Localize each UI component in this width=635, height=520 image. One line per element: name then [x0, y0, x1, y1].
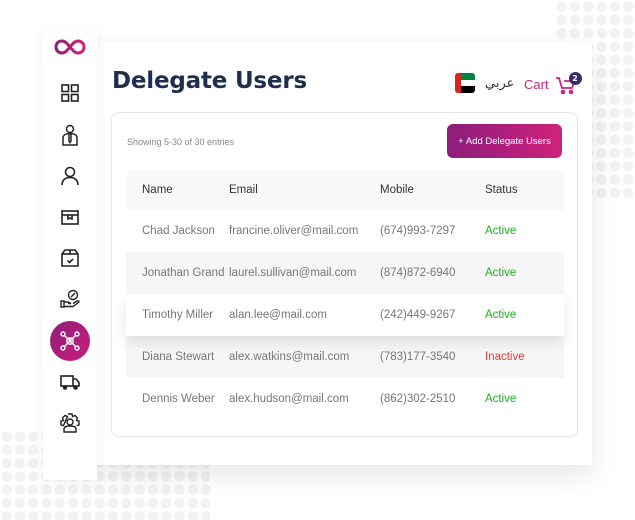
status-badge: Active	[485, 393, 517, 405]
entries-count: Showing 5-30 of 30 entries	[127, 137, 235, 147]
cell-name: Diana Stewart	[142, 351, 215, 363]
cell-email: alex.hudson@mail.com	[229, 393, 349, 405]
person-icon	[61, 166, 79, 186]
table-row[interactable]: Dennis Weber alex.hudson@mail.com (862)3…	[126, 378, 564, 420]
truck-icon	[60, 375, 80, 390]
page-title: Delegate Users	[112, 68, 307, 94]
status-badge: Active	[485, 225, 517, 237]
header-mobile[interactable]: Mobile	[380, 184, 485, 196]
cart-count-badge: 2	[568, 72, 582, 85]
users-table: Name Email Mobile Status Chad Jackson fr…	[126, 170, 564, 420]
box-icon	[61, 210, 79, 225]
table-row[interactable]: Chad Jackson francine.oliver@mail.com (6…	[126, 210, 564, 252]
sidebar-item-orders[interactable]	[50, 238, 90, 278]
hand-discount-icon	[60, 289, 80, 308]
sidebar-item-products[interactable]	[50, 197, 90, 237]
network-user-icon	[60, 331, 80, 351]
cell-email: alan.lee@mail.com	[229, 309, 327, 321]
table-row[interactable]: Diana Stewart alex.watkins@mail.com (783…	[126, 336, 564, 378]
cell-mobile: (874)872-6940	[380, 267, 456, 279]
box-check-icon	[61, 249, 79, 267]
sidebar-item-dashboard[interactable]	[50, 73, 90, 113]
cell-mobile: (242)449-9267	[380, 309, 456, 321]
table-row[interactable]: Jonathan Grand laurel.sullivan@mail.com …	[126, 252, 564, 294]
status-badge: Inactive	[485, 351, 525, 363]
sidebar	[43, 28, 97, 480]
header-name[interactable]: Name	[126, 184, 229, 196]
person-tie-icon	[62, 124, 78, 146]
table-header: Name Email Mobile Status	[126, 170, 564, 210]
cell-name: Chad Jackson	[142, 225, 215, 237]
add-delegate-users-button[interactable]: + Add Delegate Users	[447, 124, 562, 158]
status-badge: Active	[485, 309, 517, 321]
language-switch[interactable]: عربي	[455, 73, 514, 93]
table-row[interactable]: Timothy Miller alan.lee@mail.com (242)44…	[126, 294, 564, 336]
header-email[interactable]: Email	[229, 184, 380, 196]
sidebar-item-delegate-users[interactable]	[50, 321, 90, 361]
cell-mobile: (862)302-2510	[380, 393, 456, 405]
language-label: عربي	[485, 75, 515, 91]
status-badge: Active	[485, 267, 517, 279]
cell-mobile: (783)177-3540	[380, 351, 456, 363]
sidebar-item-delivery[interactable]	[50, 362, 90, 402]
sidebar-item-users[interactable]	[50, 156, 90, 196]
sidebar-item-employees[interactable]	[50, 115, 90, 155]
cell-mobile: (674)993-7297	[380, 225, 456, 237]
grid-icon	[61, 84, 79, 102]
uae-flag-icon	[455, 73, 475, 93]
cell-name: Jonathan Grand	[142, 267, 225, 279]
cell-email: francine.oliver@mail.com	[229, 225, 359, 237]
cell-email: laurel.sullivan@mail.com	[229, 267, 357, 279]
cart-button[interactable]: Cart 2	[524, 72, 582, 95]
infinity-logo-icon[interactable]	[53, 37, 87, 57]
delegate-users-card: Showing 5-30 of 30 entries + Add Delegat…	[111, 112, 578, 437]
header-status[interactable]: Status	[485, 184, 555, 196]
cell-name: Timothy Miller	[142, 309, 214, 321]
cell-name: Dennis Weber	[142, 393, 215, 405]
sidebar-item-settings[interactable]	[50, 403, 90, 443]
cell-email: alex.watkins@mail.com	[229, 351, 350, 363]
sidebar-item-offers[interactable]	[50, 279, 90, 319]
cart-label: Cart	[524, 76, 549, 92]
gear-user-icon	[60, 413, 80, 433]
